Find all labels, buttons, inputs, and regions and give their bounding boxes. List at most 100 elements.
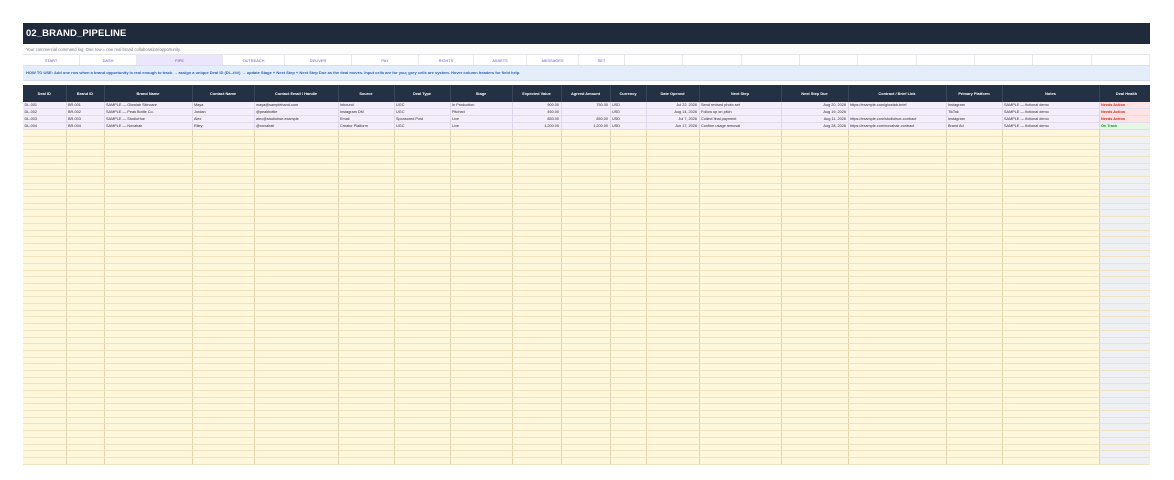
empty-cell[interactable] [781, 136, 849, 144]
empty-cell[interactable] [781, 303, 849, 311]
empty-cell[interactable] [848, 363, 947, 371]
empty-cell[interactable] [394, 176, 451, 184]
empty-cell[interactable] [1002, 196, 1100, 204]
empty-cell[interactable] [1002, 430, 1100, 438]
empty-cell[interactable] [699, 430, 782, 438]
empty-cell[interactable] [66, 310, 105, 318]
empty-cell[interactable] [699, 256, 782, 264]
empty-cell[interactable] [450, 143, 513, 151]
empty-cell[interactable] [848, 450, 947, 458]
empty-cell[interactable] [23, 337, 67, 345]
empty-cell[interactable] [610, 163, 647, 171]
empty-cell[interactable] [1002, 189, 1100, 198]
empty-cell[interactable] [699, 403, 782, 412]
empty-cell[interactable] [394, 129, 451, 137]
empty-cell[interactable] [450, 377, 513, 385]
empty-cell[interactable] [561, 183, 611, 191]
empty-cell[interactable] [610, 444, 647, 452]
empty-cell[interactable] [1002, 276, 1100, 284]
empty-cell[interactable] [394, 417, 451, 425]
empty-cell[interactable] [1002, 290, 1100, 298]
empty-cell[interactable] [1002, 203, 1100, 211]
empty-cell[interactable] [848, 216, 947, 224]
empty-cell[interactable] [66, 357, 105, 365]
empty-cell[interactable] [610, 216, 647, 224]
empty-cell[interactable] [646, 423, 700, 432]
empty-cell[interactable] [338, 457, 395, 465]
table-cell[interactable]: Maya [192, 102, 255, 110]
empty-cell[interactable] [646, 203, 700, 211]
empty-cell[interactable] [23, 270, 67, 278]
empty-cell[interactable] [23, 216, 67, 224]
table-cell[interactable]: Alex [192, 115, 255, 124]
empty-cell[interactable] [450, 444, 513, 452]
empty-cell[interactable] [646, 417, 700, 425]
empty-cell[interactable] [254, 410, 339, 418]
empty-cell[interactable] [450, 343, 513, 351]
empty-cell[interactable] [254, 323, 339, 331]
empty-cell[interactable] [1002, 343, 1100, 351]
empty-cell[interactable] [394, 230, 451, 238]
empty-cell[interactable] [646, 230, 700, 238]
empty-cell[interactable] [781, 216, 849, 224]
empty-cell[interactable] [450, 250, 513, 258]
column-header[interactable]: Deal Type [394, 85, 451, 102]
column-header[interactable]: Source [338, 85, 395, 102]
empty-cell[interactable] [23, 316, 67, 325]
empty-cell[interactable] [561, 196, 611, 204]
empty-cell[interactable] [192, 176, 255, 184]
empty-cell[interactable] [848, 243, 947, 251]
empty-cell[interactable] [192, 143, 255, 151]
empty-cell[interactable] [104, 457, 193, 465]
empty-cell[interactable] [610, 270, 647, 278]
empty-cell[interactable] [699, 323, 782, 331]
empty-cell[interactable] [946, 296, 1003, 305]
empty-cell[interactable] [23, 437, 67, 445]
empty-cell[interactable] [699, 236, 782, 244]
empty-cell[interactable] [104, 397, 193, 405]
table-cell[interactable]: Creator Platform [338, 122, 395, 131]
empty-cell[interactable] [338, 423, 395, 432]
empty-cell[interactable] [946, 363, 1003, 371]
empty-cell[interactable] [66, 283, 105, 291]
empty-cell[interactable] [450, 457, 513, 465]
empty-cell[interactable] [254, 216, 339, 224]
empty-cell[interactable] [1002, 163, 1100, 171]
empty-cell[interactable] [848, 423, 947, 432]
table-cell[interactable]: Jordan [192, 108, 255, 117]
empty-cell[interactable] [512, 169, 562, 177]
empty-cell[interactable] [1099, 136, 1150, 144]
empty-cell[interactable] [1099, 444, 1150, 452]
empty-cell[interactable] [946, 209, 1003, 218]
empty-cell[interactable] [338, 129, 395, 137]
empty-cell[interactable] [23, 203, 67, 211]
empty-cell[interactable] [104, 370, 193, 378]
column-header[interactable]: Date Opened [646, 85, 700, 102]
empty-cell[interactable] [610, 437, 647, 445]
table-cell[interactable]: 1,200.00 [512, 122, 562, 131]
empty-cell[interactable] [781, 129, 849, 137]
empty-cell[interactable] [699, 316, 782, 325]
empty-cell[interactable] [946, 203, 1003, 211]
empty-cell[interactable] [1099, 243, 1150, 251]
empty-cell[interactable] [394, 136, 451, 144]
empty-cell[interactable] [848, 357, 947, 365]
empty-cell[interactable] [848, 230, 947, 238]
table-cell[interactable]: Jun 17, 2026 [646, 122, 700, 131]
table-cell[interactable]: USD [610, 122, 647, 131]
empty-cell[interactable] [254, 250, 339, 258]
empty-cell[interactable] [781, 149, 849, 157]
empty-cell[interactable] [394, 296, 451, 305]
empty-cell[interactable] [338, 263, 395, 271]
empty-cell[interactable] [610, 310, 647, 318]
empty-cell[interactable] [848, 223, 947, 231]
empty-cell[interactable] [254, 176, 339, 184]
empty-cell[interactable] [610, 256, 647, 264]
deal-health-cell[interactable]: Needs Action [1099, 115, 1150, 124]
empty-cell[interactable] [512, 216, 562, 224]
empty-cell[interactable] [512, 196, 562, 204]
nav-tab-assets[interactable]: ASSETS [474, 55, 527, 65]
empty-cell[interactable] [104, 136, 193, 144]
empty-cell[interactable] [699, 136, 782, 144]
empty-cell[interactable] [254, 156, 339, 164]
